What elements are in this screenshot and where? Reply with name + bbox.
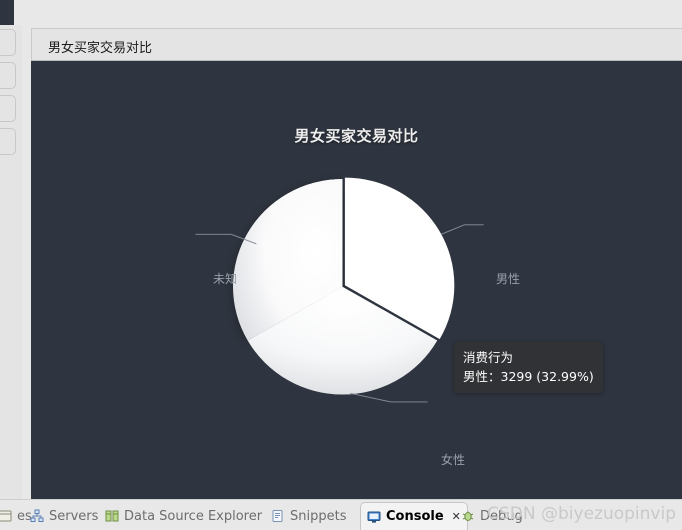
view-tab-3-button[interactable] — [0, 95, 16, 122]
leader-line-female — [350, 392, 428, 403]
bottom-view-tab-bar: es Servers Data Source Explorer Snippets… — [0, 499, 682, 530]
bottom-tab-label: Data Source Explorer — [124, 508, 263, 524]
leader-line-male — [440, 224, 484, 235]
properties-icon — [0, 509, 12, 523]
pie-label-unknown: 未知 — [213, 272, 238, 286]
view-tab-2-button[interactable] — [0, 62, 16, 89]
pie-slice-male[interactable] — [344, 177, 455, 340]
pie-slice-female[interactable] — [247, 286, 438, 395]
pie-slice-unknown-main[interactable] — [233, 179, 343, 341]
bottom-tab-snippets[interactable]: Snippets — [265, 504, 352, 528]
editor-tab-bar: 男女买家交易对比 — [31, 28, 682, 61]
bottom-tab-data-source-explorer[interactable]: Data Source Explorer — [99, 504, 268, 528]
tooltip-value-row: 男性：3299 (32.99%) — [463, 369, 594, 384]
console-icon — [367, 510, 381, 524]
chart-title: 男女买家交易对比 — [294, 127, 419, 145]
top-left-dark-strip — [0, 0, 14, 25]
bottom-tab-console[interactable]: Console ✕ — [360, 502, 468, 530]
view-tab-4-button[interactable] — [0, 128, 16, 155]
editor-area: 男女买家交易对比 男女买家交易对比 未知 男性 女性 消费行为 男性：3299 … — [22, 25, 682, 500]
snippets-icon — [271, 509, 285, 523]
editor-tab-title[interactable]: 男女买家交易对比 — [48, 37, 152, 56]
chart-tooltip: 消费行为 男性：3299 (32.99%) — [454, 342, 603, 393]
bottom-tab-label: Debug — [480, 508, 523, 524]
data-source-icon — [105, 509, 119, 523]
left-view-bar — [0, 25, 23, 500]
bottom-tab-servers[interactable]: Servers — [24, 504, 104, 528]
bottom-tab-label: Servers — [49, 508, 99, 524]
pie-slice-unknown[interactable] — [233, 179, 343, 341]
bottom-tab-label: Snippets — [290, 508, 347, 524]
ide-window: 男女买家交易对比 男女买家交易对比 未知 男性 女性 消费行为 男性：3299 … — [0, 0, 682, 530]
debug-icon — [461, 509, 475, 523]
pie-slice-unknown-body[interactable] — [233, 179, 343, 341]
pie-label-male: 男性 — [496, 272, 521, 286]
pie-label-female: 女性 — [441, 453, 466, 467]
bottom-tab-label: Console — [386, 509, 444, 524]
chart-canvas[interactable]: 男女买家交易对比 未知 男性 女性 消费行为 男性：3299 (32.99%) — [31, 61, 682, 500]
view-tab-1-button[interactable] — [0, 29, 16, 56]
servers-icon — [30, 509, 44, 523]
tooltip-title: 消费行为 — [463, 350, 514, 365]
leader-line-unknown — [195, 233, 257, 245]
bottom-tab-debug[interactable]: Debug — [455, 504, 529, 528]
